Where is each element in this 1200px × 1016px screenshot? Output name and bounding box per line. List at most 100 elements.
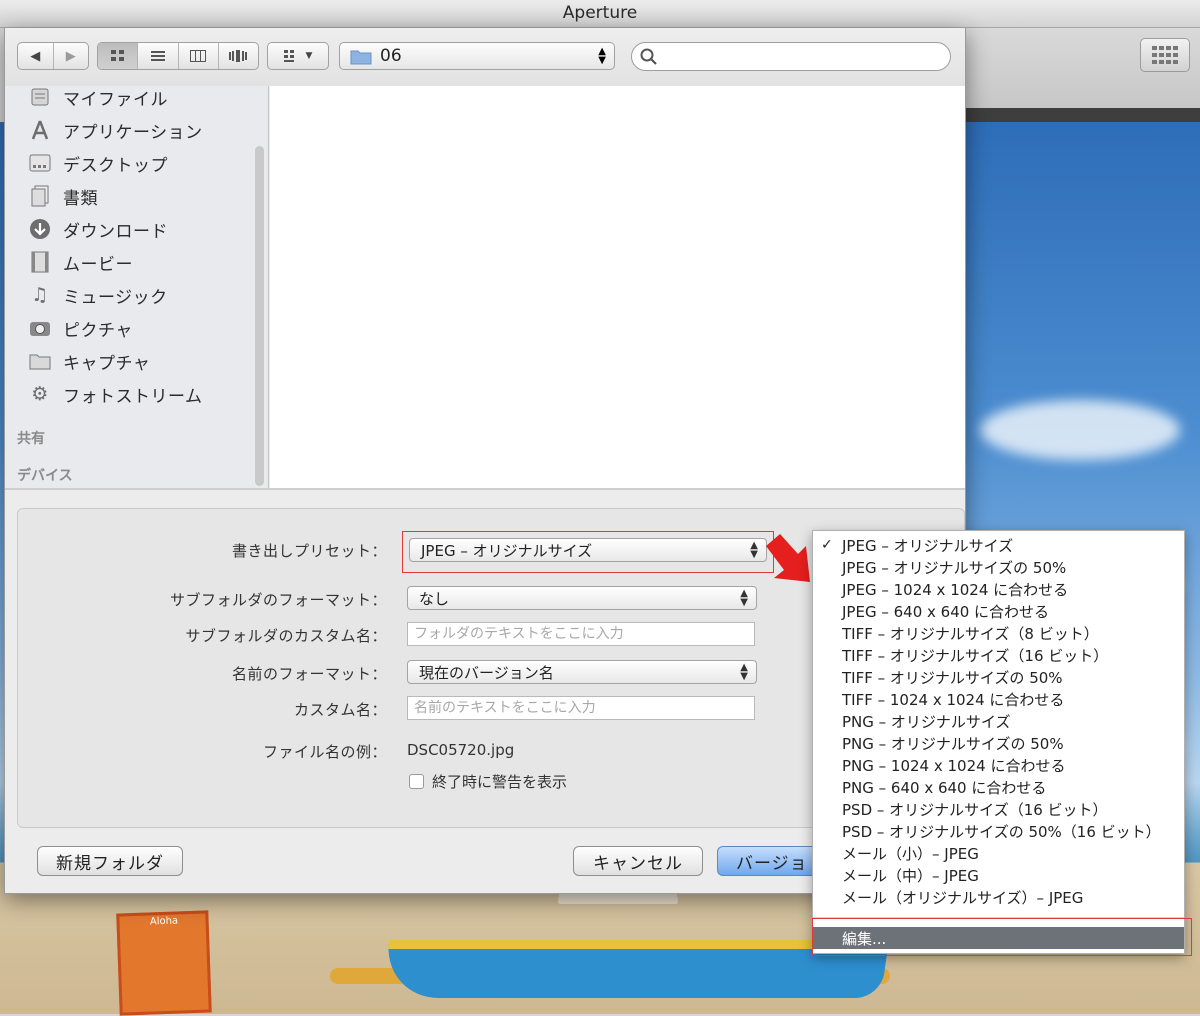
menu-item-label: メール（オリジナルサイズ）– JPEG bbox=[842, 888, 1084, 907]
menu-item-label: PSD – オリジナルサイズの 50%（16 ビット） bbox=[842, 822, 1161, 841]
menu-item-label: メール（中）– JPEG bbox=[842, 866, 979, 885]
back-button[interactable]: ◀ bbox=[18, 43, 54, 69]
sidebar-scrollbar[interactable] bbox=[255, 146, 264, 486]
arrange-icon bbox=[283, 50, 294, 62]
menu-item[interactable]: PNG – 1024 x 1024 に合わせる bbox=[813, 754, 1184, 776]
forward-arrow-icon: ▶ bbox=[65, 48, 76, 64]
applications-icon bbox=[27, 118, 53, 142]
folder-path-popup[interactable]: 06 ▲ ▼ bbox=[339, 42, 615, 70]
menu-item[interactable]: メール（小）– JPEG bbox=[813, 842, 1184, 864]
sidebar-item-label: ダウンロード bbox=[63, 221, 168, 242]
subfolder-format-popup[interactable]: なし ▲ ▼ bbox=[407, 586, 757, 610]
list-view-button[interactable] bbox=[138, 43, 179, 69]
sidebar-item-all-my-files[interactable]: マイファイル bbox=[27, 82, 168, 112]
column-view-button[interactable] bbox=[179, 43, 219, 69]
cancel-button[interactable]: キャンセル bbox=[573, 846, 703, 876]
filename-example-label: ファイル名の例： bbox=[262, 743, 387, 761]
viewer-strip bbox=[966, 108, 1200, 122]
preset-value: JPEG – オリジナルサイズ bbox=[421, 541, 593, 560]
menu-item[interactable]: TIFF – オリジナルサイズの 50% bbox=[813, 666, 1184, 688]
menu-item-label: メール（小）– JPEG bbox=[842, 844, 979, 863]
search-icon bbox=[640, 48, 657, 65]
sidebar-item-movies[interactable]: ムービー bbox=[27, 247, 133, 277]
pictures-icon bbox=[27, 316, 53, 340]
sidebar-item-capture[interactable]: キャプチャ bbox=[27, 346, 150, 376]
sidebar-item-label: ピクチャ bbox=[63, 320, 133, 341]
preset-dropdown-menu: ✓ JPEG – オリジナルサイズ JPEG – オリジナルサイズの 50% JP… bbox=[812, 530, 1185, 954]
subfolder-format-label: サブフォルダのフォーマット： bbox=[169, 591, 387, 609]
custom-name-label: カスタム名： bbox=[293, 701, 387, 719]
folder-icon bbox=[27, 349, 53, 373]
red-arrow-icon bbox=[766, 534, 810, 582]
sidebar-item-documents[interactable]: 書類 bbox=[27, 181, 98, 211]
grid-view-button[interactable] bbox=[1140, 38, 1190, 72]
arrange-button[interactable]: ▼ bbox=[268, 43, 328, 69]
sidebar-item-label: 書類 bbox=[63, 188, 98, 209]
music-icon: ♫ bbox=[31, 284, 49, 306]
sidebar-item-music[interactable]: ♫ ミュージック bbox=[27, 280, 168, 310]
app-title: Aperture bbox=[0, 0, 1200, 28]
menu-item-label: JPEG – オリジナルサイズの 50% bbox=[842, 558, 1067, 577]
sidebar-item-downloads[interactable]: ダウンロード bbox=[27, 214, 168, 244]
warn-on-finish-label: 終了時に警告を表示 bbox=[432, 773, 568, 791]
search-field[interactable] bbox=[631, 42, 951, 71]
coverflow-view-icon bbox=[229, 50, 248, 62]
menu-item[interactable]: ✓ JPEG – オリジナルサイズ bbox=[813, 534, 1184, 556]
coverflow-view-button[interactable] bbox=[219, 43, 258, 69]
back-arrow-icon: ◀ bbox=[30, 48, 41, 64]
menu-item[interactable]: TIFF – 1024 x 1024 に合わせる bbox=[813, 688, 1184, 710]
gear-icon: ⚙ bbox=[31, 383, 49, 405]
popup-arrows-icon: ▲ ▼ bbox=[598, 46, 606, 66]
new-folder-button[interactable]: 新規フォルダ bbox=[37, 846, 183, 876]
all-my-files-icon bbox=[27, 85, 53, 109]
dialog-toolbar: ◀ ▶ ▼ 06 ▲ ▼ bbox=[5, 28, 965, 86]
menu-item-label: TIFF – オリジナルサイズ（8 ビット） bbox=[842, 624, 1099, 643]
custom-name-input[interactable] bbox=[407, 696, 755, 720]
sidebar-item-label: マイファイル bbox=[63, 89, 168, 110]
sidebar-item-label: ミュージック bbox=[63, 287, 168, 308]
grid-icon bbox=[1152, 46, 1178, 64]
menu-item[interactable]: メール（オリジナルサイズ）– JPEG bbox=[813, 886, 1184, 908]
menu-item-label: PNG – オリジナルサイズの 50% bbox=[842, 734, 1064, 753]
menu-item[interactable]: TIFF – オリジナルサイズ（16 ビット） bbox=[813, 644, 1184, 666]
menu-item-label: PNG – オリジナルサイズ bbox=[842, 712, 1011, 731]
sidebar-section-shared: 共有 bbox=[17, 431, 45, 447]
sidebar-item-pictures[interactable]: ピクチャ bbox=[27, 313, 133, 343]
subfolder-custom-input[interactable] bbox=[407, 622, 755, 646]
sidebar-item-photostream[interactable]: ⚙ フォトストリーム bbox=[27, 379, 203, 409]
preset-popup[interactable]: JPEG – オリジナルサイズ ▲ ▼ bbox=[409, 538, 767, 562]
forward-button[interactable]: ▶ bbox=[54, 43, 89, 69]
menu-item-label: JPEG – オリジナルサイズ bbox=[842, 536, 1014, 555]
menu-item[interactable]: JPEG – オリジナルサイズの 50% bbox=[813, 556, 1184, 578]
menu-item[interactable]: JPEG – 640 x 640 に合わせる bbox=[813, 600, 1184, 622]
menu-item[interactable]: PNG – 640 x 640 に合わせる bbox=[813, 776, 1184, 798]
file-browser-area[interactable] bbox=[270, 86, 965, 488]
chevron-down-icon: ▼ bbox=[305, 51, 313, 61]
arrange-menu-button[interactable]: ▼ bbox=[267, 42, 329, 70]
menu-item[interactable]: JPEG – 1024 x 1024 に合わせる bbox=[813, 578, 1184, 600]
icon-view-button[interactable] bbox=[98, 43, 139, 69]
split-divider[interactable] bbox=[5, 488, 965, 490]
name-format-popup[interactable]: 現在のバージョン名 ▲ ▼ bbox=[407, 660, 757, 684]
menu-item[interactable]: メール（中）– JPEG bbox=[813, 864, 1184, 886]
sidebar-section-devices: デバイス bbox=[17, 468, 73, 484]
menu-item[interactable]: PSD – オリジナルサイズの 50%（16 ビット） bbox=[813, 820, 1184, 842]
view-mode-control bbox=[97, 42, 259, 70]
menu-item-label: JPEG – 640 x 640 に合わせる bbox=[842, 602, 1050, 621]
menu-item[interactable]: PNG – オリジナルサイズの 50% bbox=[813, 732, 1184, 754]
export-versions-button[interactable]: バージョ bbox=[717, 846, 813, 876]
back-forward-control: ◀ ▶ bbox=[17, 42, 89, 70]
menu-item[interactable]: PSD – オリジナルサイズ（16 ビット） bbox=[813, 798, 1184, 820]
folder-path-label: 06 bbox=[380, 46, 402, 66]
popup-arrows-icon: ▲ ▼ bbox=[740, 588, 748, 608]
column-view-icon bbox=[190, 50, 207, 62]
warn-on-finish-checkbox[interactable] bbox=[409, 774, 424, 789]
menu-item[interactable]: TIFF – オリジナルサイズ（8 ビット） bbox=[813, 622, 1184, 644]
highlight-box bbox=[812, 918, 1192, 956]
menu-item-label: JPEG – 1024 x 1024 に合わせる bbox=[842, 580, 1069, 599]
popup-arrows-icon: ▲ ▼ bbox=[750, 540, 758, 560]
sidebar-item-applications[interactable]: アプリケーション bbox=[27, 115, 203, 145]
menu-item[interactable]: PNG – オリジナルサイズ bbox=[813, 710, 1184, 732]
sidebar-item-desktop[interactable]: デスクトップ bbox=[27, 148, 168, 178]
sidebar-item-label: フォトストリーム bbox=[63, 386, 203, 407]
